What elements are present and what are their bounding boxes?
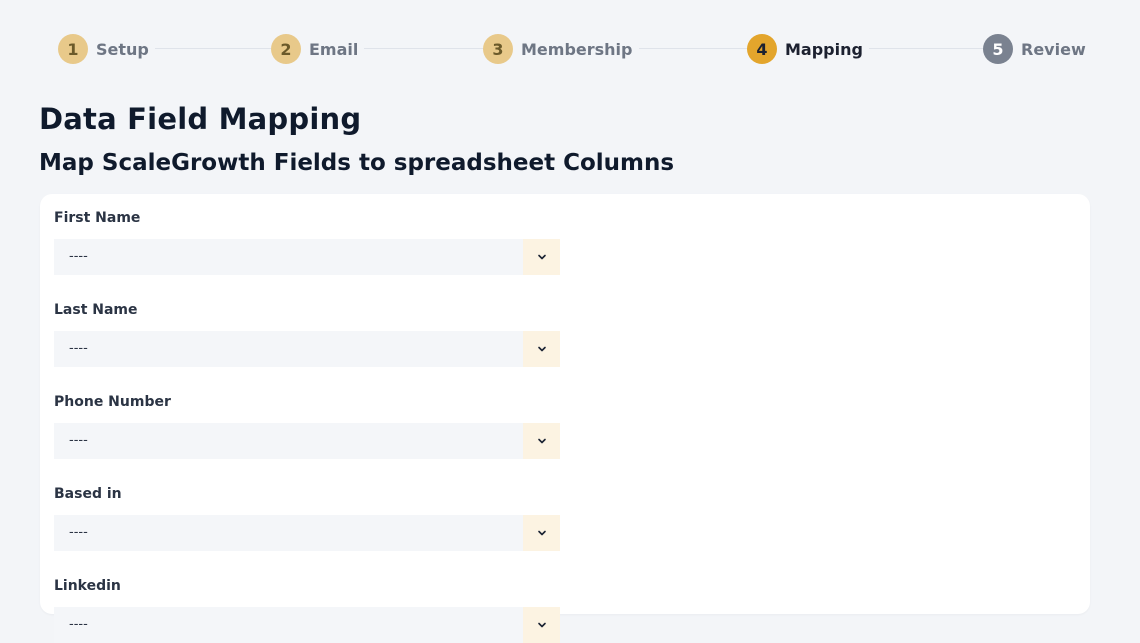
field-label: First Name: [54, 210, 141, 226]
based-in-select[interactable]: ----: [54, 515, 560, 551]
step-connector: [848, 48, 988, 49]
chevron-down-icon: [537, 254, 546, 260]
field-label: Linkedin: [54, 578, 121, 594]
step-label: Review: [1021, 39, 1086, 59]
field-label: Based in: [54, 486, 122, 502]
field-phone-number: Phone Number ----: [54, 392, 560, 459]
select-dropdown-button[interactable]: [523, 331, 560, 367]
progress-stepper: 1 Setup 2 Email 3 Membership 4 Mapping 5…: [58, 34, 1092, 64]
step-email[interactable]: 2 Email: [271, 34, 365, 64]
select-dropdown-button[interactable]: [523, 607, 560, 643]
mapping-form-card: First Name ---- Last Name ---- Phone Num…: [40, 194, 1090, 643]
select-value: ----: [69, 249, 88, 264]
step-number: 5: [983, 34, 1013, 64]
field-based-in: Based in ----: [54, 484, 560, 551]
field-last-name: Last Name ----: [54, 300, 560, 367]
field-linkedin: Linkedin ----: [54, 576, 560, 643]
field-label: Phone Number: [54, 394, 171, 410]
select-value: ----: [69, 617, 88, 632]
linkedin-select[interactable]: ----: [54, 607, 560, 643]
select-value: ----: [69, 525, 88, 540]
phone-number-select[interactable]: ----: [54, 423, 560, 459]
step-number: 3: [483, 34, 513, 64]
select-dropdown-button[interactable]: [523, 239, 560, 275]
first-name-select[interactable]: ----: [54, 239, 560, 275]
field-label: Last Name: [54, 302, 138, 318]
page-title: Data Field Mapping: [39, 102, 362, 136]
step-review[interactable]: 5 Review: [983, 34, 1092, 64]
page-subtitle: Map ScaleGrowth Fields to spreadsheet Co…: [39, 150, 675, 176]
step-label: Membership: [521, 39, 633, 59]
chevron-down-icon: [537, 346, 546, 352]
step-setup[interactable]: 1 Setup: [58, 34, 155, 64]
field-first-name: First Name ----: [54, 208, 560, 275]
step-connector: [138, 48, 278, 49]
select-value: ----: [69, 433, 88, 448]
step-mapping[interactable]: 4 Mapping: [747, 34, 869, 64]
chevron-down-icon: [537, 530, 546, 536]
chevron-down-icon: [537, 438, 546, 444]
step-number: 2: [271, 34, 301, 64]
step-label: Mapping: [785, 39, 863, 59]
step-membership[interactable]: 3 Membership: [483, 34, 639, 64]
last-name-select[interactable]: ----: [54, 331, 560, 367]
step-connector: [348, 48, 488, 49]
select-value: ----: [69, 341, 88, 356]
step-label: Email: [309, 39, 359, 59]
select-dropdown-button[interactable]: [523, 515, 560, 551]
step-number: 1: [58, 34, 88, 64]
select-dropdown-button[interactable]: [523, 423, 560, 459]
step-number: 4: [747, 34, 777, 64]
step-label: Setup: [96, 39, 149, 59]
chevron-down-icon: [537, 622, 546, 628]
